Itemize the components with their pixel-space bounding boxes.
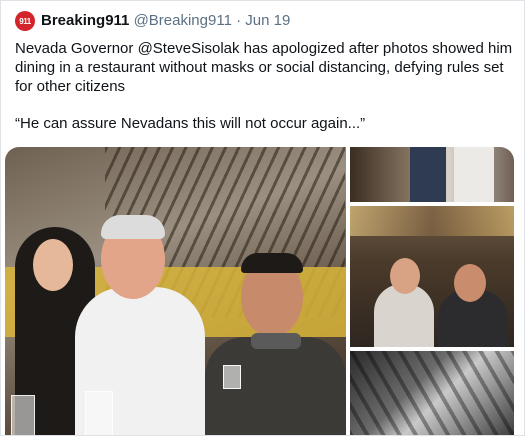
shot-glass	[223, 365, 241, 389]
avatar[interactable]: 911	[15, 11, 35, 31]
thumbnail-photo-bottom[interactable]	[350, 351, 514, 435]
tweet-text-quote: “He can assure Nevadans this will not oc…	[15, 115, 366, 132]
tweet-date[interactable]: Jun 19	[245, 12, 290, 29]
tweet-text: Nevada Governor @SteveSisolak has apolog…	[15, 39, 513, 133]
main-photo[interactable]	[5, 147, 346, 435]
glass	[11, 395, 35, 435]
glass	[85, 391, 113, 435]
person-woman-face	[390, 258, 420, 294]
wall-art	[350, 351, 514, 435]
author-name[interactable]: Breaking911	[41, 12, 129, 29]
person-man-face	[454, 264, 486, 302]
author-handle[interactable]: @Breaking911	[134, 12, 232, 29]
person-right-hair	[241, 253, 303, 273]
tweet-text-paragraph: Nevada Governor @SteveSisolak has apolog…	[15, 40, 513, 95]
thumbnail-photo-middle[interactable]	[350, 206, 514, 347]
media-grid	[5, 147, 514, 435]
standing-person	[454, 147, 494, 202]
mask-around-neck	[251, 333, 301, 349]
tweet-header: Breaking911 @Breaking911 · Jun 19	[41, 11, 290, 31]
person-center-hair	[101, 215, 165, 239]
ceiling-lights	[350, 206, 514, 236]
thumbnail-photo-top[interactable]	[350, 147, 514, 202]
person-left-face	[33, 239, 73, 291]
separator-dot: ·	[236, 12, 242, 29]
tweet-card[interactable]: 911 Breaking911 @Breaking911 · Jun 19 Ne…	[0, 0, 525, 436]
standing-person	[410, 147, 446, 202]
